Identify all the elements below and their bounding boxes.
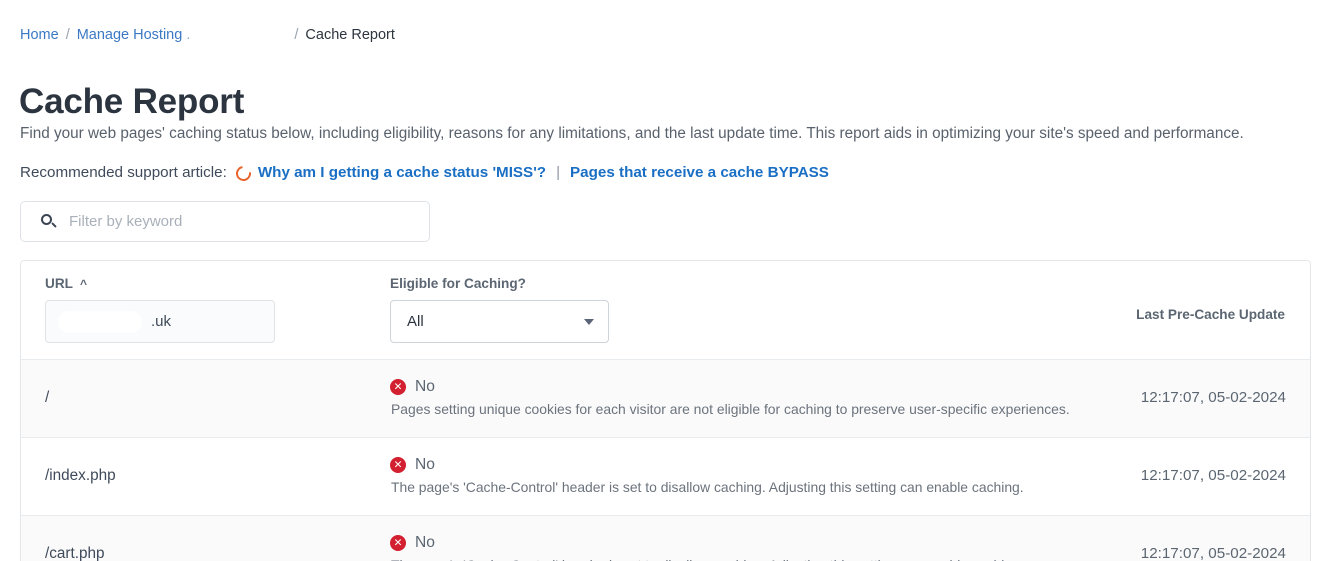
row-last-update: 12:17:07, 05-02-2024 xyxy=(1140,545,1286,561)
eligible-filter-value: All xyxy=(407,313,424,330)
table-header: URL ^ .uk Eligible for Caching? All Last… xyxy=(21,261,1310,359)
page-description: Find your web pages' caching status belo… xyxy=(20,125,1244,143)
row-status-text: No xyxy=(415,456,435,473)
error-circle-x-icon: ✕ xyxy=(390,457,406,473)
help-ring-icon xyxy=(232,162,254,184)
keyword-filter[interactable] xyxy=(20,201,430,242)
breadcrumb: Home / Manage Hosting . / Cache Report xyxy=(20,26,395,44)
row-reason-text: Pages setting unique cookies for each vi… xyxy=(391,401,1070,417)
row-status-line: ✕ No xyxy=(390,456,1130,474)
support-link-cache-bypass[interactable]: Pages that receive a cache BYPASS xyxy=(570,163,829,183)
row-reason-text: The page's 'Cache-Control' header is set… xyxy=(391,479,1024,495)
table-row[interactable]: / ✕ No Pages setting unique cookies for … xyxy=(21,359,1310,437)
support-link-divider: | xyxy=(556,164,561,181)
cache-report-page: Home / Manage Hosting . / Cache Report C… xyxy=(0,0,1323,561)
row-url: / xyxy=(45,389,50,406)
row-eligibility: ✕ No Pages setting unique cookies for ea… xyxy=(390,378,1130,419)
url-filter-value: .uk xyxy=(151,313,172,330)
row-last-update: 12:17:07, 05-02-2024 xyxy=(1140,467,1286,484)
column-header-eligible-text: Eligible for Caching? xyxy=(390,276,526,291)
column-header-last-update-text: Last Pre-Cache Update xyxy=(1136,307,1285,322)
cache-report-table: URL ^ .uk Eligible for Caching? All Last… xyxy=(20,260,1311,561)
row-status-text: No xyxy=(415,534,435,551)
support-article-row: Recommended support article: Why am I ge… xyxy=(20,162,829,184)
row-status-line: ✕ No xyxy=(390,378,1130,396)
table-row[interactable]: /cart.php ✕ No The page's 'Cache-Control… xyxy=(21,515,1310,561)
row-status-line: ✕ No xyxy=(390,534,1130,552)
row-url: /index.php xyxy=(45,467,116,484)
breadcrumb-domain-dot: . xyxy=(182,27,191,43)
column-header-url-label[interactable]: URL ^ xyxy=(45,275,390,293)
breadcrumb-item-manage-hosting[interactable]: Manage Hosting xyxy=(77,26,183,44)
support-article-label: Recommended support article: xyxy=(20,164,227,181)
url-redacted-block xyxy=(58,311,142,333)
column-header-url-text: URL xyxy=(45,276,73,291)
support-link-cache-miss[interactable]: Why am I getting a cache status 'MISS'? xyxy=(258,163,546,183)
sort-ascending-caret-icon[interactable]: ^ xyxy=(80,278,87,290)
table-header-last-update: Last Pre-Cache Update xyxy=(1130,275,1286,324)
breadcrumb-item-current: Cache Report xyxy=(305,27,395,43)
error-circle-x-icon: ✕ xyxy=(390,379,406,395)
search-input[interactable] xyxy=(67,212,417,231)
table-header-url: URL ^ .uk xyxy=(45,275,390,343)
row-eligibility: ✕ No The page's 'Cache-Control' header i… xyxy=(390,456,1130,497)
chevron-down-icon[interactable] xyxy=(584,318,594,325)
breadcrumb-separator-1: / xyxy=(65,27,70,43)
breadcrumb-item-home[interactable]: Home xyxy=(20,26,59,44)
row-url: /cart.php xyxy=(45,545,105,561)
search-icon xyxy=(41,214,57,229)
column-header-eligible-label: Eligible for Caching? xyxy=(390,275,1130,293)
row-eligibility: ✕ No The page's 'Cache-Control' header i… xyxy=(390,534,1130,561)
breadcrumb-separator-2: / xyxy=(294,27,299,43)
page-title: Cache Report xyxy=(19,82,245,122)
url-filter-input[interactable]: .uk xyxy=(45,300,275,343)
breadcrumb-redacted-domain xyxy=(191,26,288,42)
eligible-filter-select[interactable]: All xyxy=(390,300,609,343)
row-reason-text: The page's 'Cache-Control' header is set… xyxy=(390,555,1130,561)
row-status-text: No xyxy=(415,378,435,395)
table-row[interactable]: /index.php ✕ No The page's 'Cache-Contro… xyxy=(21,437,1310,515)
row-last-update: 12:17:07, 05-02-2024 xyxy=(1140,389,1286,406)
error-circle-x-icon: ✕ xyxy=(390,535,406,551)
table-header-eligible: Eligible for Caching? All xyxy=(390,275,1130,343)
